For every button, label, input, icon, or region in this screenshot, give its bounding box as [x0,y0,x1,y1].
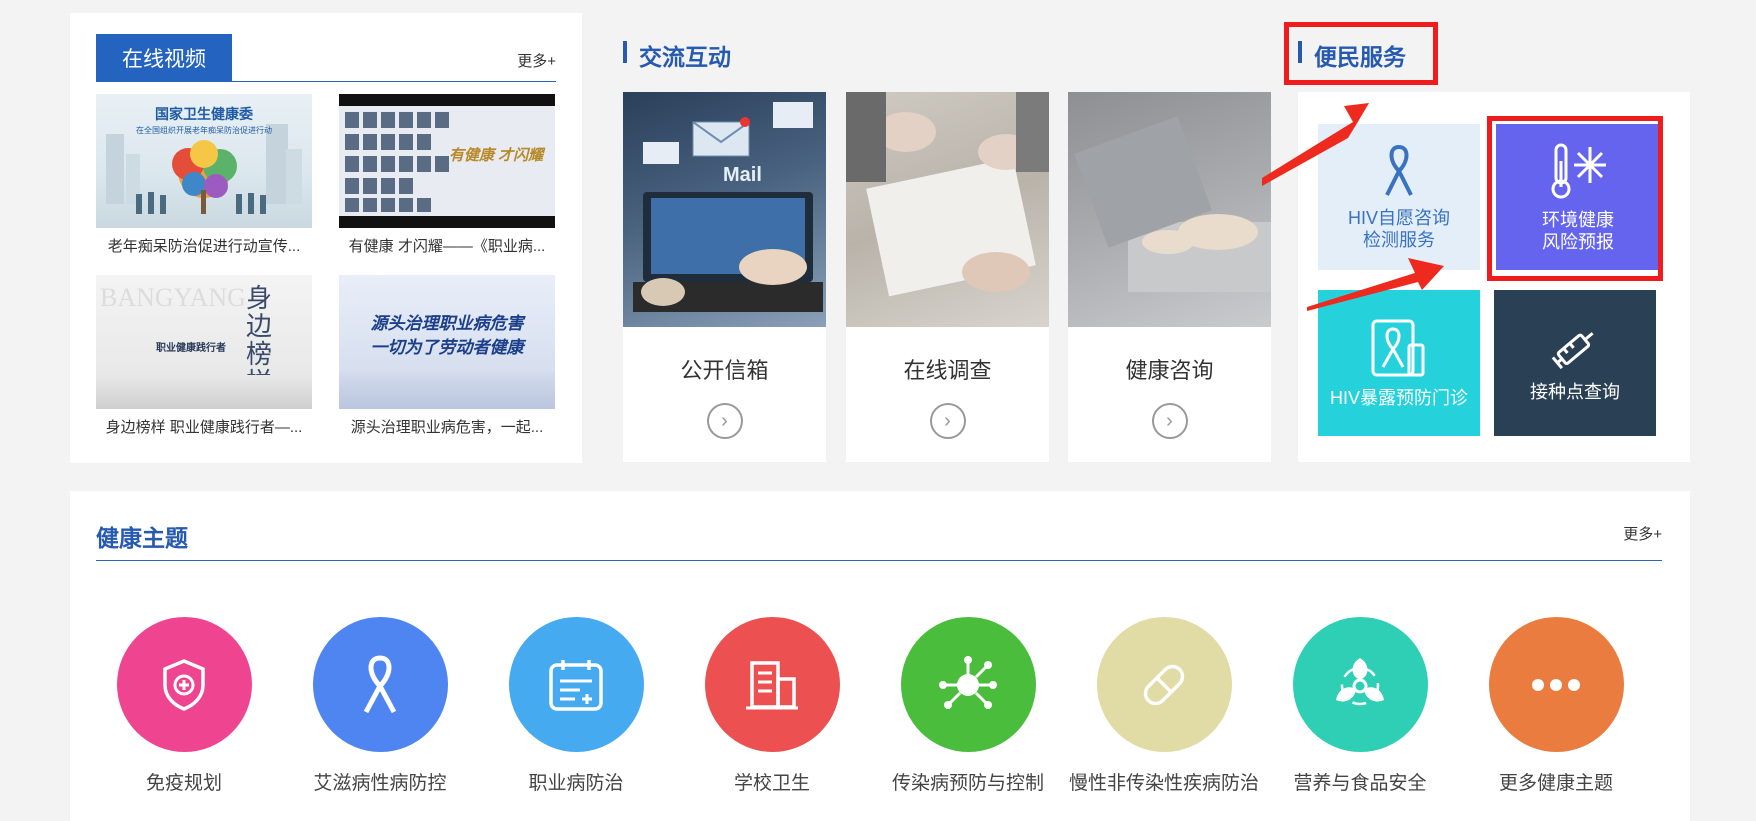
topics-divider [96,560,1662,561]
topic-icon-circle[interactable] [312,617,448,752]
topic-label[interactable]: 职业病防治 [478,764,674,804]
topic-icon-circle[interactable] [704,617,840,752]
topic-icon-circle[interactable] [900,617,1036,752]
virus-icon [939,655,997,709]
topic-label[interactable]: 学校卫生 [674,764,870,804]
topic-chronic[interactable]: 慢性非传染性疾病防治 [1066,617,1262,804]
topic-label[interactable]: 艾滋病性病防控 [282,764,478,804]
topic-icon-circle[interactable] [1488,617,1624,752]
topic-label[interactable]: 传染病预防与控制 [870,764,1066,804]
topic-nutrition[interactable]: 营养与食品安全 [1262,617,1458,804]
topic-icon-circle[interactable] [508,617,644,752]
topic-immunization[interactable]: 免疫规划 [86,617,282,804]
building-icon [746,660,798,709]
topic-hiv[interactable]: 艾滋病性病防控 [282,617,478,804]
topics-heading: 健康主题 [96,525,188,551]
topic-occupational[interactable]: 职业病防治 [478,617,674,804]
calendar-icon [549,659,603,711]
topic-icon-circle[interactable] [1096,617,1232,752]
annotation-arrow-right [1307,258,1444,311]
topics-more-link[interactable]: 更多+ [1623,523,1662,544]
topic-label[interactable]: 慢性非传染性疾病防治 [1066,764,1262,804]
pill-icon [1143,664,1185,705]
topic-infectious[interactable]: 传染病预防与控制 [870,617,1066,804]
more-dots-icon [1532,678,1580,691]
shield-plus-icon [163,658,205,711]
topic-label[interactable]: 更多健康主题 [1458,764,1654,804]
topic-label[interactable]: 免疫规划 [86,764,282,804]
biohazard-icon [1336,657,1384,705]
topic-more[interactable]: 更多健康主题 [1458,617,1654,804]
topic-icon-circle[interactable] [116,617,252,752]
topic-label[interactable]: 营养与食品安全 [1262,764,1458,804]
health-topics-panel: 健康主题 更多+ 免疫规划 艾滋病性病防控 职业病防治 学校卫生 传染病预防与控… [70,491,1690,821]
topic-icon-circle[interactable] [1292,617,1428,752]
ribbon-icon [363,654,397,713]
annotation-arrow-up [1262,103,1369,186]
topic-school[interactable]: 学校卫生 [674,617,870,804]
